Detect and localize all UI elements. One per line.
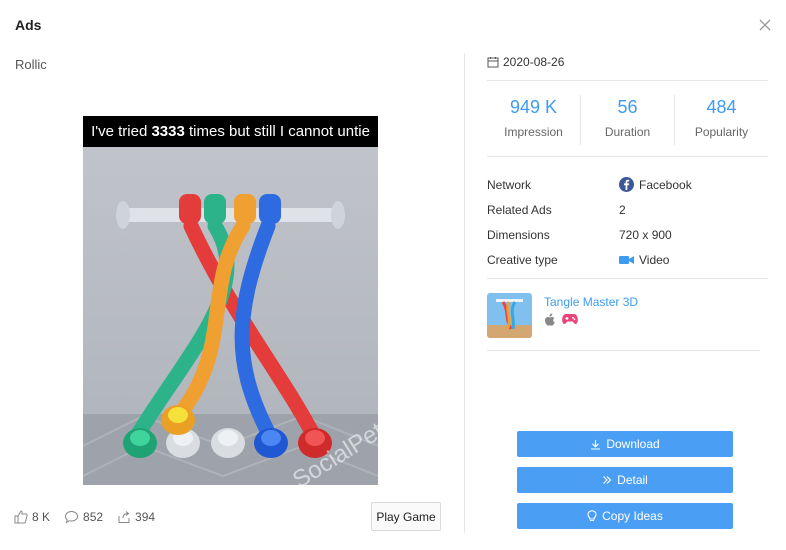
close-icon[interactable] [757,17,773,33]
date-value: 2020-08-26 [503,55,565,69]
likes-count: 8 K [32,510,51,524]
metric-popularity: 484 Popularity [675,95,768,145]
panel-divider [464,53,465,533]
info-value: Facebook [619,177,692,192]
thumbs-up-icon [14,510,28,524]
metric-value: 484 [706,97,737,117]
calendar-icon [487,57,499,68]
double-chevron-right-icon [603,476,612,484]
metric-label: Impression [504,125,563,139]
info-key: Related Ads [487,202,552,217]
ad-creative-image [83,116,378,485]
apple-icon [544,313,555,326]
share-icon [118,511,130,523]
advertiser-name: Rollic [15,57,47,72]
metric-duration: 56 Duration [581,95,675,145]
divider [487,80,768,81]
info-value: 720 x 900 [619,227,672,242]
download-label: Download [606,437,660,451]
app-platforms [544,313,578,326]
copy-ideas-label: Copy Ideas [602,509,663,523]
info-key: Network [487,177,532,192]
publish-date: 2020-08-26 [487,55,564,69]
comment-icon [65,510,79,524]
likes-stat: 8 K [14,510,50,524]
creative-caption: I've tried 3333 times but still I cannot… [83,116,378,147]
info-key: Creative type [487,252,558,267]
detail-button[interactable]: Detail [517,467,733,493]
download-button[interactable]: Download [517,431,733,457]
metric-label: Popularity [694,125,749,139]
app-icon[interactable] [487,293,532,338]
metrics-panel: 949 K Impression 56 Duration 484 Popular… [487,95,768,145]
comments-stat: 852 [64,510,103,524]
copy-ideas-button[interactable]: Copy Ideas [517,503,733,529]
metric-label: Duration [604,125,651,139]
info-key: Dimensions [487,227,550,242]
play-game-button[interactable]: Play Game [371,502,441,531]
app-card[interactable]: Tangle Master 3D [487,293,760,351]
modal-title: Ads [15,17,42,33]
comments-count: 852 [83,510,104,524]
download-icon [591,439,601,450]
divider [487,156,768,157]
ad-info: Network Facebook Related Ads 2 Dimension… [487,172,768,272]
lightbulb-icon [587,510,597,522]
info-value: Video [619,253,669,267]
metric-value: 56 [617,97,638,117]
info-row-dimensions: Dimensions 720 x 900 [487,222,768,247]
gamepad-icon [562,314,578,324]
shares-count: 394 [135,510,156,524]
shares-stat: 394 [117,510,155,524]
ad-creative-video[interactable]: I've tried 3333 times but still I cannot… [83,116,378,485]
metric-impression: 949 K Impression [487,95,581,145]
info-row-network: Network Facebook [487,172,768,197]
detail-label: Detail [617,473,648,487]
engagement-stats: 8 K 852 394 [14,508,169,526]
info-row-creative-type: Creative type Video [487,247,768,272]
divider [487,278,768,279]
facebook-icon [619,177,634,192]
info-row-related-ads: Related Ads 2 [487,197,768,222]
metric-value: 949 K [509,97,558,117]
video-icon [619,255,634,264]
app-name-link[interactable]: Tangle Master 3D [544,295,638,309]
info-value: 2 [619,202,626,217]
